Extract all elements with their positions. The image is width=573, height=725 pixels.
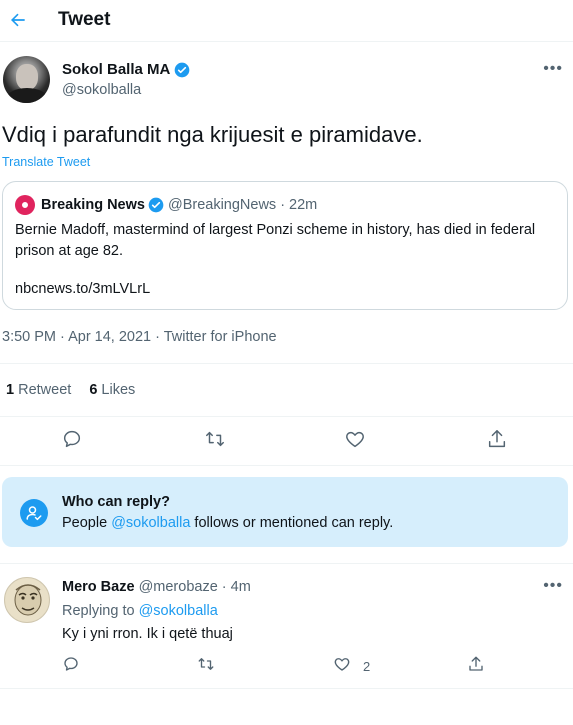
quoted-tweet-header: Breaking News @BreakingNews · 22m: [15, 195, 317, 215]
avatar[interactable]: [3, 56, 50, 103]
retweet-button[interactable]: [196, 655, 220, 679]
likes-stat[interactable]: 6 Likes: [89, 382, 135, 398]
heart-icon: [346, 431, 364, 448]
page-title: Tweet: [58, 9, 111, 30]
author-name-row[interactable]: Sokol Balla MA: [62, 61, 190, 78]
tweet-meta: 3:50 PM · Apr 14, 2021 · Twitter for iPh…: [2, 329, 277, 345]
divider: [0, 416, 573, 417]
replying-to: Replying to @sokolballa: [62, 603, 218, 619]
quoted-link: nbcnews.to/3mLVLrL: [15, 281, 151, 297]
divider: [0, 688, 573, 689]
mention-link[interactable]: @sokolballa: [139, 603, 218, 619]
likes-label: Likes: [101, 382, 136, 398]
quoted-tweet[interactable]: Breaking News @BreakingNews · 22m Bernie…: [2, 181, 568, 310]
who-can-reply-description: People @sokolballa follows or mentioned …: [62, 515, 393, 531]
who-can-reply-notice: Who can reply? People @sokolballa follow…: [2, 477, 568, 547]
reply-author-name[interactable]: Mero Baze: [62, 579, 135, 595]
more-options-icon[interactable]: •••: [543, 577, 563, 595]
reply-author-handle[interactable]: @merobaze: [139, 579, 218, 595]
retweets-stat[interactable]: 1 Retweet: [6, 382, 71, 398]
tweet-stats: 1 Retweet 6 Likes: [6, 382, 135, 398]
reply-actions: 2: [0, 655, 573, 679]
user-check-icon: [20, 499, 48, 527]
back-button[interactable]: [6, 8, 30, 32]
tweet-text: Vdiq i parafundit nga krijuesit e pirami…: [2, 122, 423, 147]
reply-icon: [64, 657, 78, 671]
author-handle[interactable]: @sokolballa: [62, 82, 141, 98]
tweet-author: Sokol Balla MA @sokolballa •••: [0, 56, 573, 108]
retweets-label: Retweet: [18, 382, 72, 398]
verified-badge-icon: [175, 62, 190, 77]
reply-button[interactable]: [62, 655, 86, 679]
like-button[interactable]: [333, 655, 357, 679]
tweet-actions: [0, 428, 573, 454]
quoted-avatar: [15, 195, 35, 215]
reply-like-count: 2: [363, 659, 371, 674]
quoted-time: · 22m: [280, 197, 318, 213]
who-can-reply-suffix: follows or mentioned can reply.: [190, 515, 394, 531]
reply-text: Ky i yni rron. Ik i qetë thuaj: [62, 626, 233, 642]
translate-tweet-link[interactable]: Translate Tweet: [2, 155, 90, 169]
who-can-reply-prefix: People: [62, 515, 112, 531]
share-icon: [488, 430, 506, 448]
divider: [0, 363, 573, 364]
reply-tweet[interactable]: Mero Baze @merobaze · 4m Replying to @so…: [0, 565, 573, 685]
replying-to-prefix: Replying to: [62, 603, 139, 619]
retweets-count: 1: [6, 382, 15, 398]
retweet-icon: [198, 658, 214, 670]
more-options-icon[interactable]: •••: [543, 60, 563, 78]
who-can-reply-title: Who can reply?: [62, 494, 170, 510]
divider: [0, 465, 573, 466]
mention-link[interactable]: @sokolballa: [111, 515, 190, 531]
like-button[interactable]: [344, 428, 368, 452]
verified-badge-icon: [148, 197, 164, 213]
retweet-icon: [206, 431, 224, 447]
share-button[interactable]: [467, 655, 491, 679]
likes-count: 6: [89, 382, 98, 398]
reply-time: · 4m: [221, 579, 251, 595]
arrow-left-icon: [11, 13, 25, 27]
share-button[interactable]: [486, 428, 510, 452]
avatar[interactable]: [4, 577, 50, 623]
heart-icon: [334, 658, 350, 671]
top-bar: Tweet: [0, 0, 573, 42]
retweet-button[interactable]: [203, 428, 227, 452]
quoted-author-handle: @BreakingNews: [167, 197, 277, 213]
reply-icon: [63, 430, 81, 448]
author-name[interactable]: Sokol Balla MA: [62, 61, 170, 78]
share-icon: [469, 656, 483, 671]
quoted-author-name: Breaking News: [41, 197, 145, 213]
reply-header: Mero Baze @merobaze · 4m: [62, 579, 251, 595]
divider: [0, 563, 573, 564]
quoted-text: Bernie Madoff, mastermind of largest Pon…: [15, 222, 536, 259]
reply-button[interactable]: [61, 428, 85, 452]
